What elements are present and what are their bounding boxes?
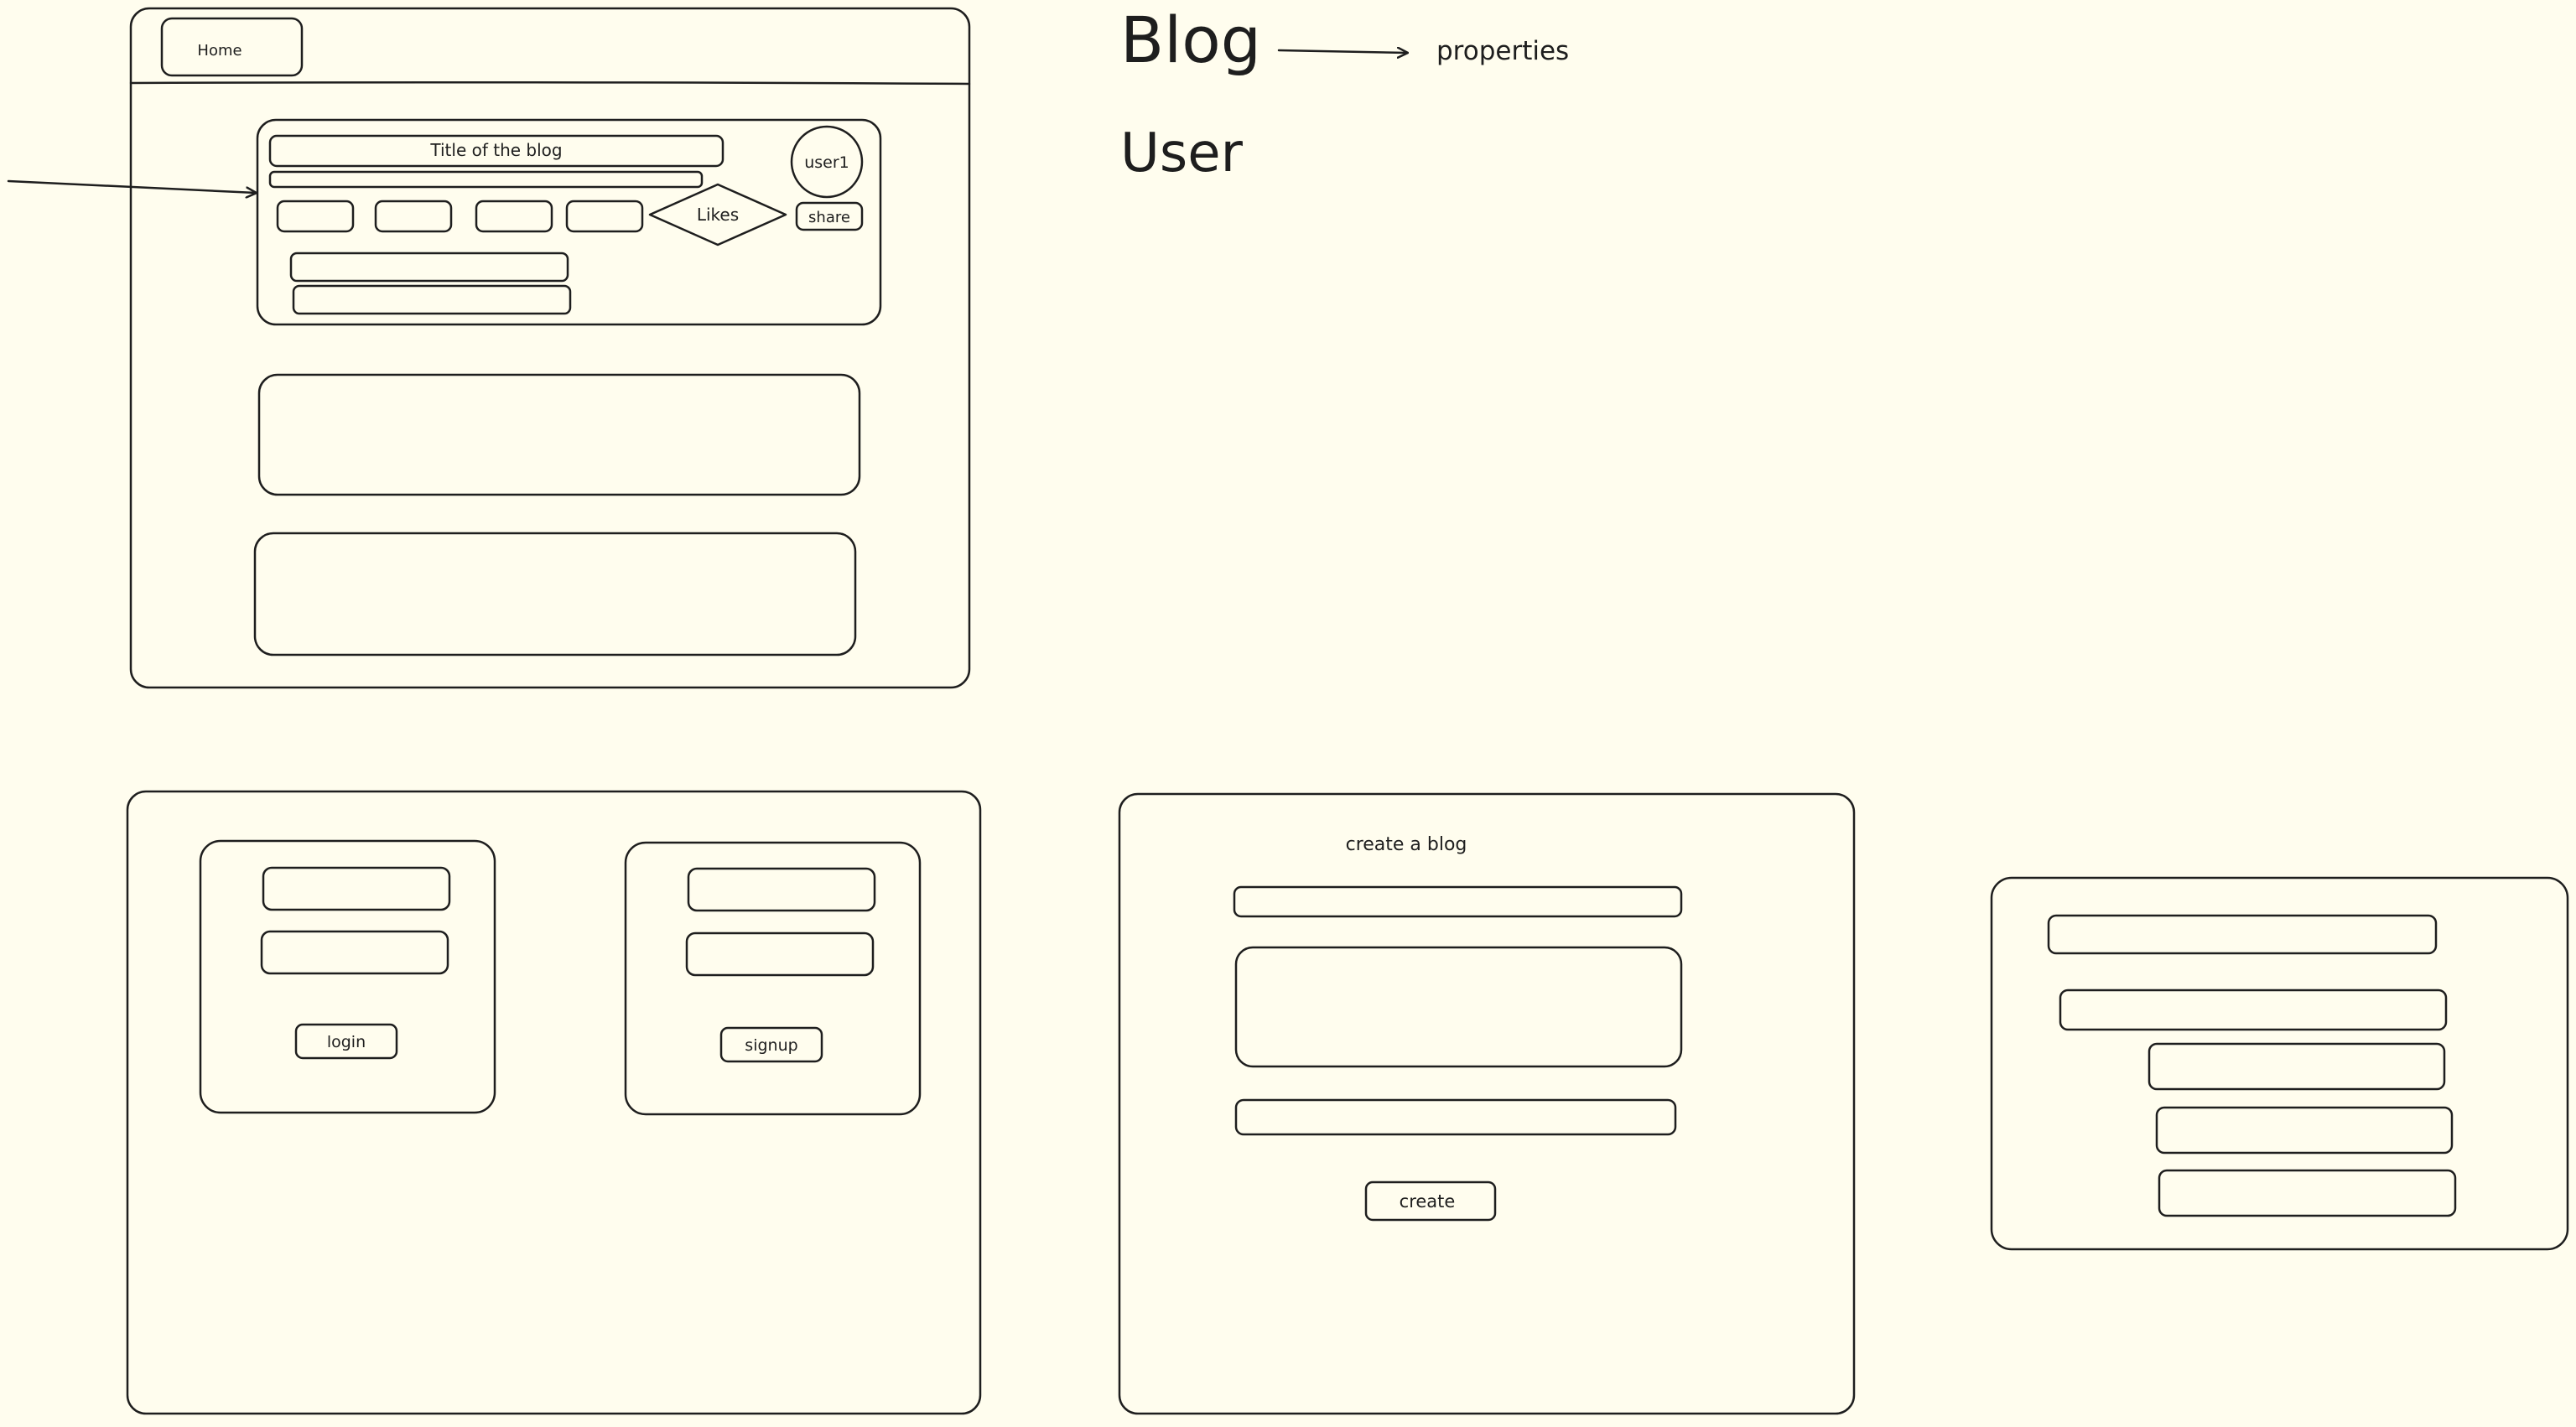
signup-form — [624, 841, 922, 1116]
create-blog-body-textarea[interactable] — [1234, 946, 1683, 1068]
properties-label: properties — [1436, 36, 1569, 66]
auth-page-wireframe — [126, 790, 982, 1415]
tag-chip-1[interactable] — [276, 200, 355, 233]
form-wireframe — [1990, 876, 2569, 1251]
user-avatar-label: user1 — [804, 153, 849, 172]
blog-post-card[interactable] — [256, 118, 882, 326]
form-wireframe-frame — [1990, 876, 2569, 1251]
form-field-2[interactable] — [2059, 989, 2448, 1031]
signup-password-input[interactable] — [685, 931, 875, 977]
form-field-5[interactable] — [2158, 1169, 2457, 1217]
form-field-1[interactable] — [2047, 914, 2438, 955]
form-field-3[interactable] — [2148, 1042, 2446, 1091]
tag-chip-4[interactable] — [565, 200, 644, 233]
create-blog-title-input[interactable] — [1233, 885, 1683, 918]
signup-username-input[interactable] — [687, 867, 876, 912]
signup-form-frame — [624, 841, 922, 1116]
login-username-input[interactable] — [262, 866, 451, 911]
wireframe-labels: Home Title of the blog user1 Likes share… — [197, 42, 1467, 1212]
whiteboard-drawing: Blog User properties Home Title of the b… — [7, 3, 2569, 1415]
login-password-input[interactable] — [260, 930, 449, 975]
home-page-wireframe — [7, 7, 971, 689]
create-blog-wireframe — [1118, 792, 1856, 1415]
user-label: User — [1120, 122, 1244, 184]
login-label: login — [327, 1033, 366, 1051]
blog-meta-bar-2 — [292, 284, 572, 315]
tag-chip-2[interactable] — [374, 200, 453, 233]
blog-post-card-frame — [256, 118, 882, 326]
create-blog-heading: create a blog — [1346, 834, 1467, 855]
blog-post-card-3[interactable] — [253, 532, 857, 656]
auth-page-frame — [126, 790, 982, 1415]
blog-card-pointer-arrow — [7, 179, 256, 193]
create-label: create — [1400, 1191, 1456, 1212]
whiteboard-canvas: Blog User properties Home Title of the b… — [0, 0, 2576, 1423]
home-nav-label: Home — [197, 42, 242, 60]
login-form-frame — [199, 839, 496, 1114]
likes-label: Likes — [697, 205, 739, 225]
tag-chip-3[interactable] — [475, 200, 553, 233]
blog-title-label: Title of the blog — [429, 140, 562, 160]
blog-properties-arrow — [1277, 50, 1407, 53]
blog-meta-bar-1 — [289, 252, 569, 283]
annotation-labels: Blog User properties — [1120, 3, 1569, 184]
signup-label: signup — [745, 1036, 797, 1055]
home-header-divider — [129, 80, 971, 86]
blog-label: Blog — [1120, 3, 1261, 77]
blog-post-card-2[interactable] — [257, 373, 861, 496]
create-blog-tags-input[interactable] — [1234, 1098, 1677, 1136]
home-page-frame — [129, 7, 971, 689]
share-label: share — [808, 209, 850, 226]
form-field-4[interactable] — [2155, 1106, 2454, 1155]
blog-subtitle-bar — [268, 170, 704, 189]
login-form — [199, 839, 496, 1114]
